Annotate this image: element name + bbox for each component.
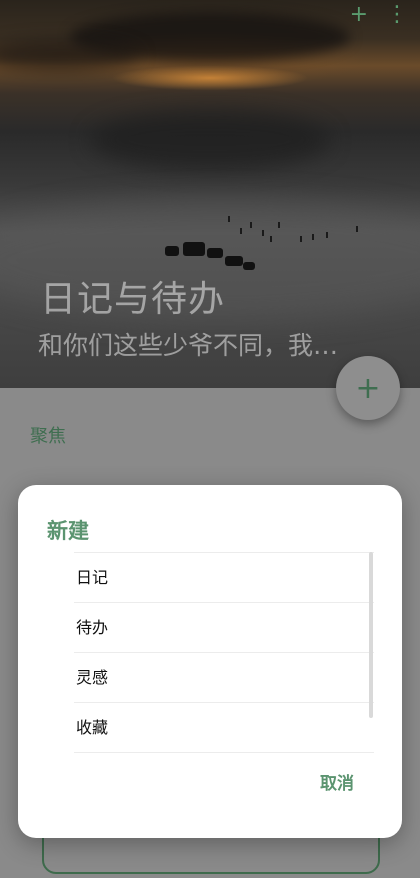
add-button[interactable]: + <box>336 356 400 420</box>
scrollbar[interactable] <box>369 552 373 718</box>
rocks-shape <box>165 242 255 272</box>
page-title: 日记与待办 <box>40 279 226 320</box>
option-todo[interactable]: 待办 <box>74 602 374 652</box>
header-image: + ⋮ 日记与待办 和你们这些少爷不同，我… <box>0 0 420 388</box>
option-favorite[interactable]: 收藏 <box>74 702 374 753</box>
header-actions: + ⋮ <box>350 4 408 26</box>
new-item-dialog: 新建 日记 待办 灵感 收藏 取消 <box>18 485 402 838</box>
section-label-focus: 聚焦 <box>30 426 66 447</box>
cloud-shape <box>0 40 140 70</box>
option-inspiration[interactable]: 灵感 <box>74 652 374 702</box>
option-diary[interactable]: 日记 <box>74 552 374 602</box>
plus-icon: + <box>355 370 381 406</box>
dialog-title: 新建 <box>47 519 89 543</box>
reflection-shape <box>90 110 330 170</box>
plus-icon[interactable]: + <box>350 4 368 26</box>
cancel-button[interactable]: 取消 <box>320 769 354 794</box>
page-subtitle: 和你们这些少爷不同，我… <box>38 331 339 360</box>
option-list: 日记 待办 灵感 收藏 <box>74 552 374 753</box>
more-vert-icon[interactable]: ⋮ <box>386 4 408 26</box>
